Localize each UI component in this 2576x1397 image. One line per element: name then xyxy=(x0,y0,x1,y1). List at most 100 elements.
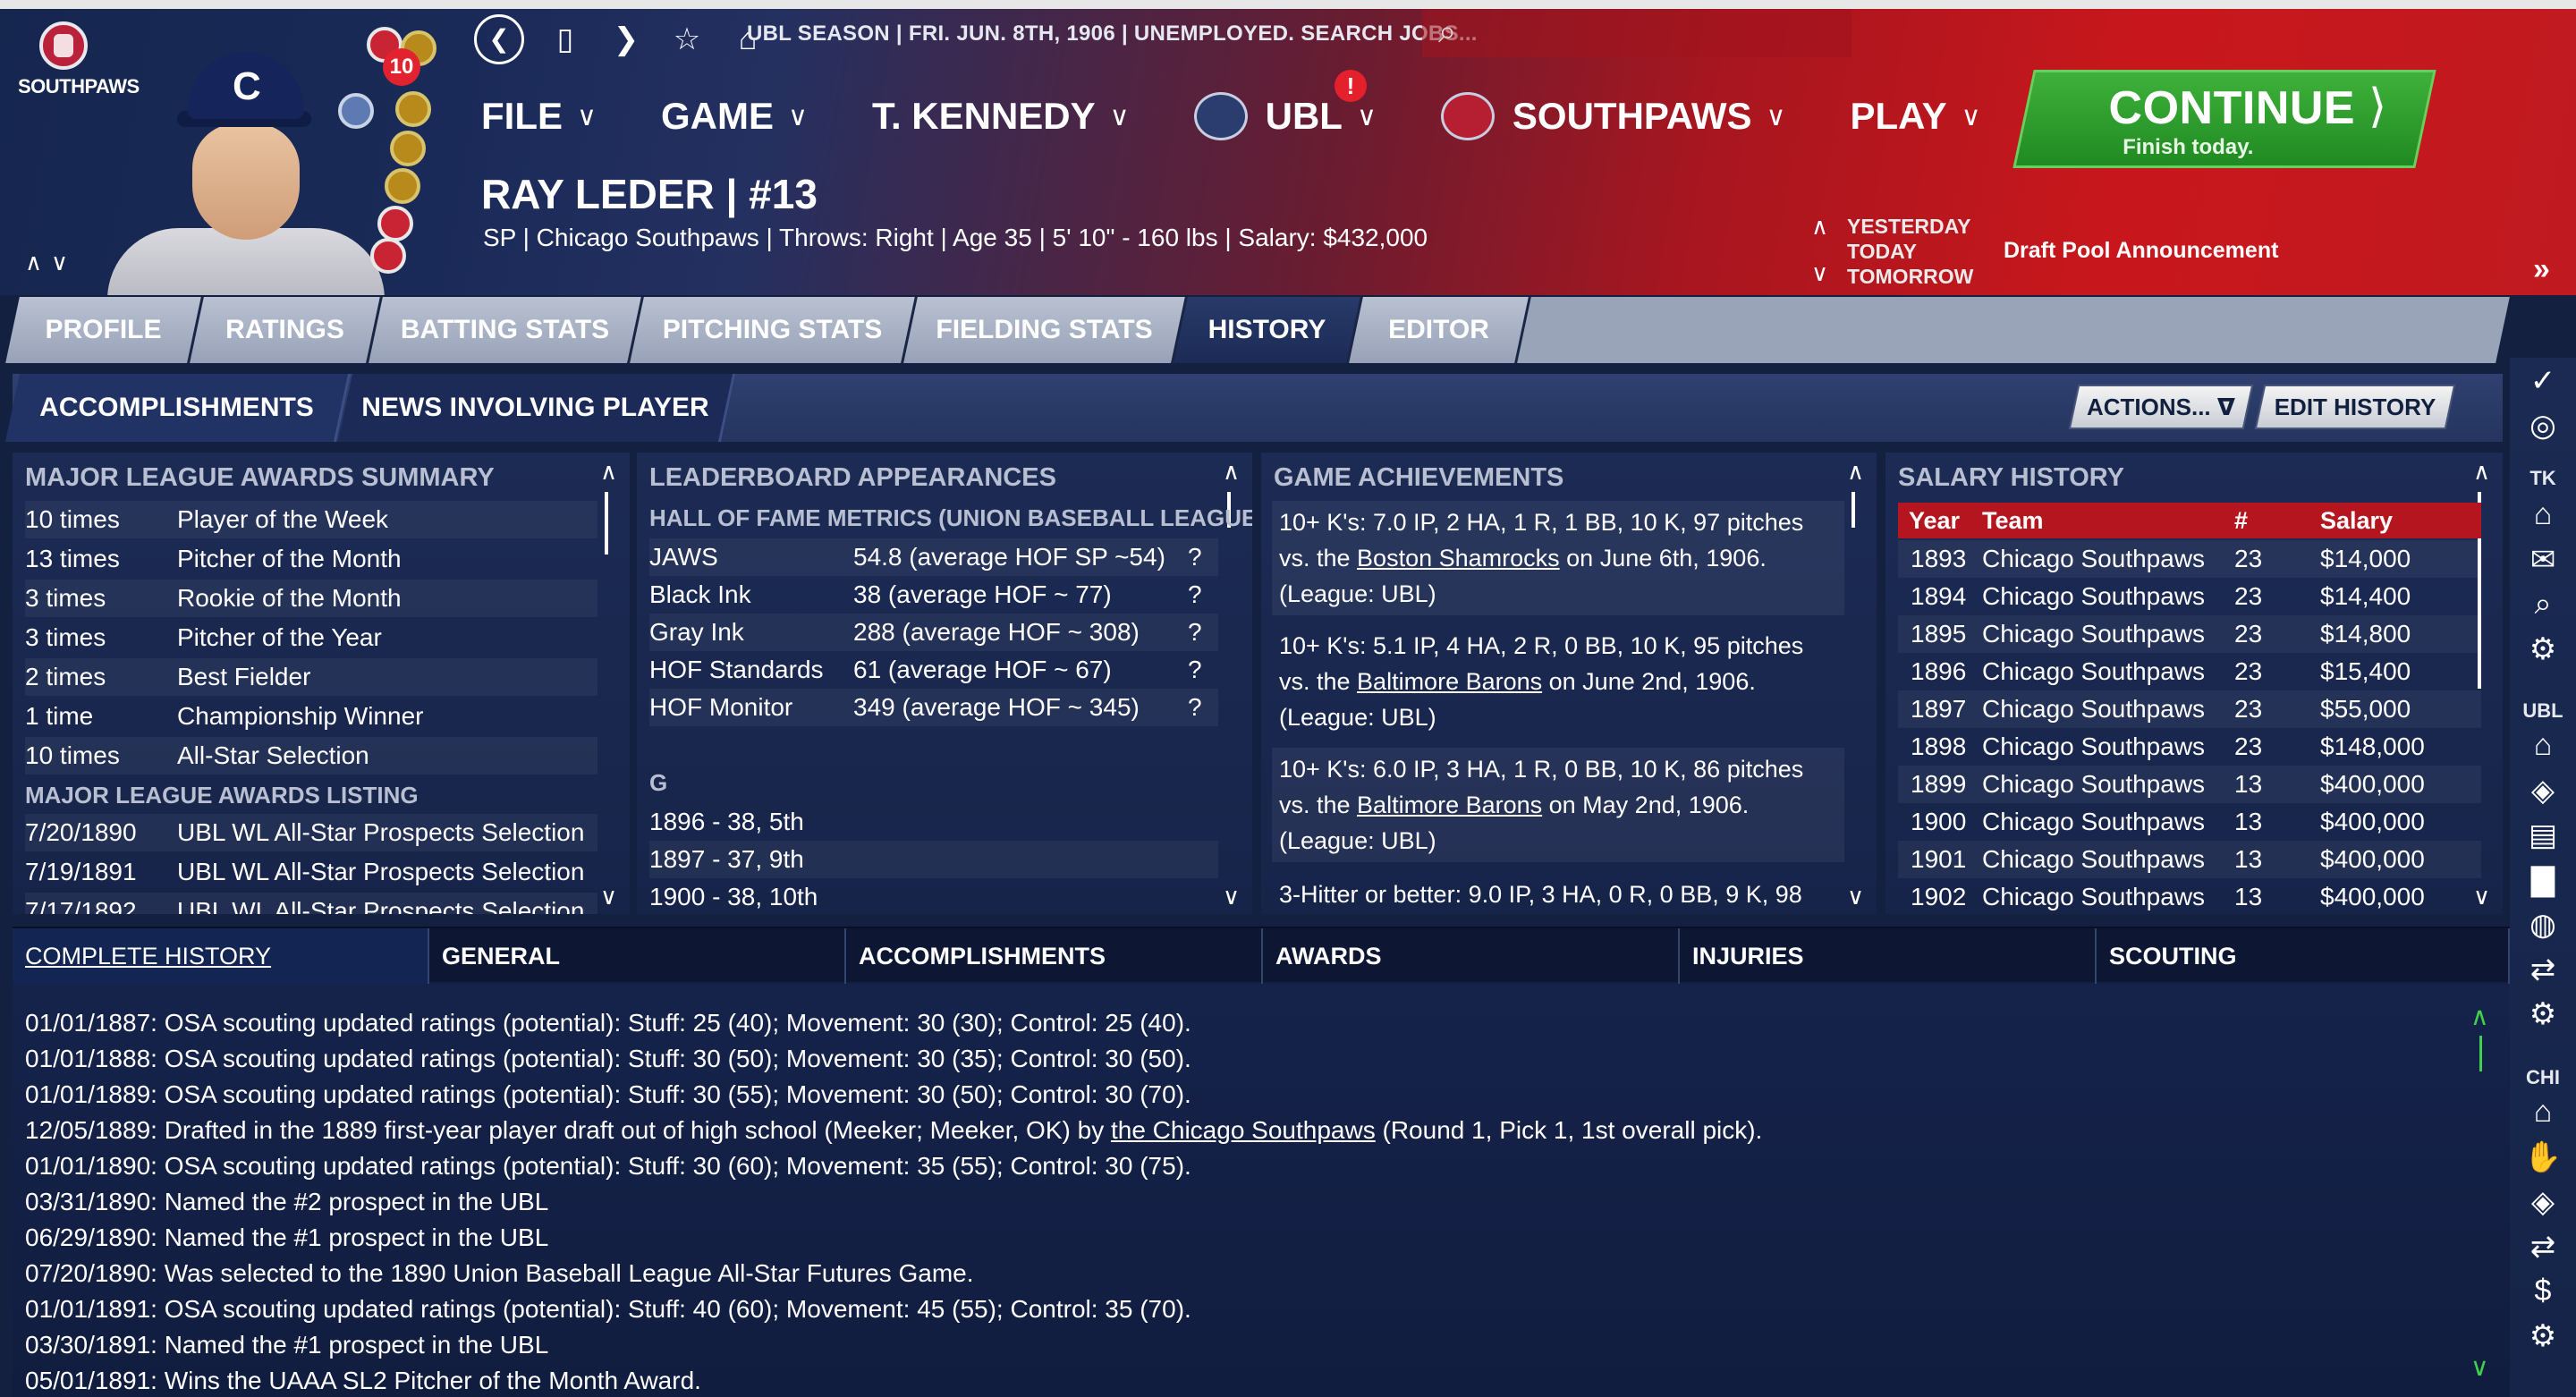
player-nav-arrows[interactable]: ∧∨ xyxy=(25,249,77,276)
day-today[interactable]: TODAY xyxy=(1847,240,1917,264)
menu-manager[interactable]: T. KENNEDY ∨ xyxy=(872,95,1130,138)
salary-cell-team[interactable]: Chicago Southpaws xyxy=(1982,657,2205,686)
upcoming-event[interactable]: Draft Pool Announcement xyxy=(2004,238,2278,264)
salary-cell-team[interactable]: Chicago Southpaws xyxy=(1982,808,2205,836)
continue-button[interactable]: CONTINUE Finish today. ⟩ xyxy=(2012,70,2436,168)
tab-batting-stats[interactable]: BATTING STATS xyxy=(369,297,644,363)
breadcrumb[interactable]: UBL SEASON | FRI. JUN. 8TH, 1906 | UNEMP… xyxy=(747,21,1478,47)
star-icon[interactable]: ☆ xyxy=(667,21,707,57)
day-yesterday[interactable]: YESTERDAY xyxy=(1847,215,1970,239)
home-icon[interactable]: ⌂ xyxy=(2510,1095,2576,1130)
expand-icon[interactable]: » xyxy=(2533,252,2550,287)
award-name: Championship Winner xyxy=(177,702,424,730)
help-icon[interactable]: ? xyxy=(1188,618,1202,647)
achievement-item: 10+ K's: 5.1 IP, 4 HA, 2 R, 0 BB, 10 K, … xyxy=(1272,624,1844,739)
page-icon[interactable]: ▯ xyxy=(546,21,585,57)
scrollbar[interactable] xyxy=(2479,1036,2482,1071)
roster-icon[interactable]: ✋ xyxy=(2510,1139,2576,1175)
day-tomorrow[interactable]: TOMORROW xyxy=(1847,265,1973,289)
forward-icon[interactable]: ❯ xyxy=(606,21,646,57)
scroll-down-icon[interactable]: ∨ xyxy=(1847,883,1864,910)
salary-cell-year: 1893 xyxy=(1911,545,1967,572)
tab-fielding-stats[interactable]: FIELDING STATS xyxy=(903,297,1188,363)
col-salary[interactable]: Salary xyxy=(2320,503,2393,538)
subtab-news[interactable]: NEWS INVOLVING PLAYER xyxy=(337,374,736,442)
col-year[interactable]: Year xyxy=(1909,503,1960,538)
gear-icon[interactable]: ⚙ xyxy=(2510,631,2576,667)
scroll-up-icon[interactable]: ∧ xyxy=(600,458,617,486)
chevron-up-icon[interactable]: ∧ xyxy=(1811,213,1828,241)
help-icon[interactable]: ? xyxy=(1188,580,1202,609)
transactions-icon[interactable]: ⇄ xyxy=(2510,1229,2576,1265)
menu-game[interactable]: GAME ∨ xyxy=(661,95,808,138)
news-icon[interactable]: ▤ xyxy=(2510,817,2576,853)
baseball-icon[interactable]: ◍ xyxy=(2510,907,2576,943)
scroll-up-icon[interactable]: ∧ xyxy=(1223,458,1240,486)
tab-history[interactable]: HISTORY xyxy=(1174,297,1363,363)
tab-scouting[interactable]: SCOUTING xyxy=(2097,928,2510,984)
salary-cell-team[interactable]: Chicago Southpaws xyxy=(1982,695,2205,724)
help-icon[interactable]: ? xyxy=(1188,543,1202,572)
chevron-down-icon: ∨ xyxy=(1109,101,1130,131)
team-logo[interactable]: SOUTHPAWS xyxy=(18,21,140,104)
search-bar[interactable]: ⌕ xyxy=(1422,9,1852,57)
tab-awards[interactable]: AWARDS xyxy=(1263,928,1680,984)
scroll-up-icon[interactable]: ∧ xyxy=(2470,1002,2489,1031)
menu-file[interactable]: FILE ∨ xyxy=(481,95,597,138)
tab-pitching-stats[interactable]: PITCHING STATS xyxy=(630,297,918,363)
tab-profile[interactable]: PROFILE xyxy=(5,297,204,363)
salary-cell-team[interactable]: Chicago Southpaws xyxy=(1982,770,2205,799)
dollar-icon[interactable]: $ xyxy=(2510,1274,2576,1308)
search-icon[interactable]: ⌕ xyxy=(2510,587,2576,622)
chevron-down-icon[interactable]: ∨ xyxy=(1811,259,1828,287)
gear-icon[interactable]: ⚙ xyxy=(2510,996,2576,1032)
tab-injuries[interactable]: INJURIES xyxy=(1680,928,2097,984)
stats-icon[interactable]: ▇ xyxy=(2510,862,2576,898)
salary-cell-team[interactable]: Chicago Southpaws xyxy=(1982,732,2205,761)
team-link[interactable]: Boston Shamrocks xyxy=(1357,545,1560,572)
tab-editor[interactable]: EDITOR xyxy=(1349,297,1531,363)
team-link[interactable]: the Chicago Southpaws xyxy=(1111,1116,1376,1144)
diamond-icon[interactable]: ◈ xyxy=(2510,1184,2576,1220)
transactions-icon[interactable]: ⇄ xyxy=(2510,952,2576,987)
award-name: All-Star Selection xyxy=(177,741,369,769)
menu-play[interactable]: PLAY ∨ xyxy=(1850,95,1980,138)
tab-general[interactable]: GENERAL xyxy=(429,928,846,984)
team-link[interactable]: Baltimore Barons xyxy=(1357,668,1542,695)
home-icon[interactable]: ⌂ xyxy=(2510,728,2576,763)
scroll-down-icon[interactable]: ∨ xyxy=(2470,1352,2489,1382)
subtab-accomplishments[interactable]: ACCOMPLISHMENTS xyxy=(4,374,352,442)
mail-icon[interactable]: ✉ xyxy=(2510,542,2576,578)
help-icon[interactable]: ? xyxy=(1188,693,1202,722)
col-team[interactable]: Team xyxy=(1982,503,2044,538)
team-link[interactable]: Baltimore Barons xyxy=(1357,792,1542,818)
scroll-down-icon[interactable]: ∨ xyxy=(600,883,617,910)
check-icon[interactable]: ✓ xyxy=(2510,363,2576,399)
scrollbar[interactable] xyxy=(1852,492,1855,528)
gear-icon[interactable]: ⚙ xyxy=(2510,1318,2576,1354)
salary-cell-team[interactable]: Chicago Southpaws xyxy=(1982,883,2205,911)
help-icon[interactable]: ? xyxy=(1188,656,1202,684)
tab-complete-history[interactable]: COMPLETE HISTORY xyxy=(13,928,429,984)
scroll-up-icon[interactable]: ∧ xyxy=(1847,458,1864,486)
tab-accomplishments[interactable]: ACCOMPLISHMENTS xyxy=(846,928,1263,984)
edit-history-button[interactable]: EDIT HISTORY xyxy=(2254,385,2456,429)
salary-cell-team[interactable]: Chicago Southpaws xyxy=(1982,582,2205,611)
tab-ratings[interactable]: RATINGS xyxy=(190,297,383,363)
diamond-icon[interactable]: ◈ xyxy=(2510,773,2576,809)
salary-cell-team[interactable]: Chicago Southpaws xyxy=(1982,620,2205,648)
salary-cell-team[interactable]: Chicago Southpaws xyxy=(1982,845,2205,874)
globe-icon[interactable]: ◎ xyxy=(2510,408,2576,444)
scroll-down-icon[interactable]: ∨ xyxy=(1223,883,1240,910)
menu-team[interactable]: SOUTHPAWS ∨ xyxy=(1440,92,1785,140)
col-number[interactable]: # xyxy=(2234,503,2248,538)
menu-label: PLAY xyxy=(1850,95,1947,137)
back-icon[interactable]: ❮ xyxy=(474,14,524,64)
home-icon[interactable]: ⌂ xyxy=(2510,497,2576,532)
actions-dropdown[interactable]: ACTIONS... ᐁ xyxy=(2068,385,2254,429)
player-info: SP | Chicago Southpaws | Throws: Right |… xyxy=(483,224,1428,251)
scrollbar[interactable] xyxy=(605,492,608,555)
awards-medals[interactable]: 10 xyxy=(331,21,447,274)
salary-cell-team[interactable]: Chicago Southpaws xyxy=(1982,545,2205,573)
scroll-up-icon[interactable]: ∧ xyxy=(2473,458,2490,486)
